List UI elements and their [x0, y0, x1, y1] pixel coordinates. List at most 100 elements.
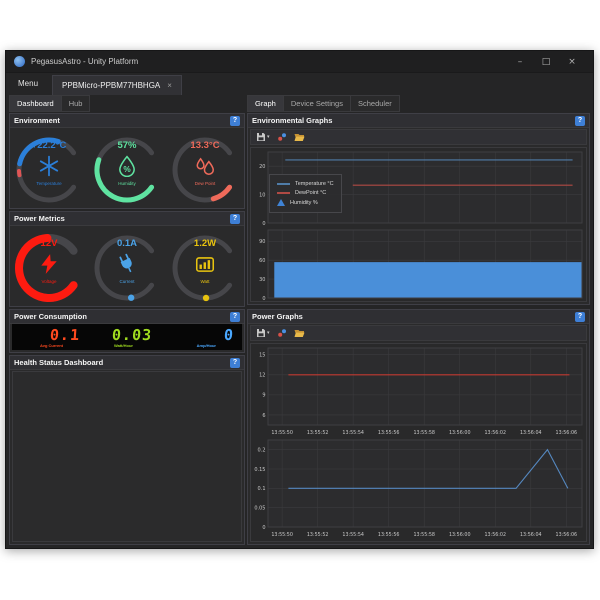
- power-consumption-displays: 0.1 Avg Current 0.03 Watt/Hour 0 Amp/Hou…: [12, 324, 242, 350]
- watt-hour-display: 0.03: [111, 326, 152, 344]
- legend-triangle-swatch: [277, 199, 285, 206]
- help-button[interactable]: ?: [230, 312, 240, 322]
- svg-text:13:55:58: 13:55:58: [413, 532, 435, 538]
- svg-text:13:55:58: 13:55:58: [413, 430, 435, 436]
- help-button[interactable]: ?: [230, 358, 240, 368]
- temperature-value: +22.2°C: [13, 140, 85, 151]
- svg-text:0: 0: [262, 221, 265, 227]
- scatter-points-icon[interactable]: [277, 328, 287, 338]
- open-folder-icon[interactable]: [294, 132, 305, 142]
- dew-drops-icon: [194, 155, 216, 177]
- help-button[interactable]: ?: [575, 116, 585, 126]
- gauge-current: 0.1A Current: [91, 228, 163, 304]
- environment-gauges: +22.2°C Temperature 57% % Humidity: [10, 128, 244, 208]
- svg-text:12: 12: [259, 373, 265, 379]
- power-current-chart[interactable]: 13:55:5013:55:5213:55:5413:55:5613:55:58…: [252, 437, 585, 539]
- temperature-label: Temperature: [13, 181, 85, 186]
- svg-text:0: 0: [262, 525, 265, 531]
- tab-graph[interactable]: Graph: [247, 95, 284, 112]
- svg-text:13:56:00: 13:56:00: [449, 532, 471, 538]
- environmental-charts: 20100 9060300 Temperature °C DewPoint °C…: [250, 147, 587, 302]
- svg-text:13:56:04: 13:56:04: [520, 532, 542, 538]
- help-button[interactable]: ?: [230, 116, 240, 126]
- svg-text:13:56:00: 13:56:00: [449, 430, 471, 436]
- svg-text:15: 15: [259, 352, 265, 358]
- watt-label: Watt: [169, 279, 241, 284]
- maximize-button[interactable]: □: [533, 52, 559, 72]
- power-consumption-title: Power Consumption: [14, 312, 87, 321]
- open-folder-icon[interactable]: [294, 328, 305, 338]
- tab-device-settings[interactable]: Device Settings: [284, 95, 351, 112]
- humidity-label: Humidity: [91, 181, 163, 186]
- save-dropdown-caret[interactable]: ▾: [267, 330, 270, 336]
- gauge-dew-point: 13.3°C Dew Point: [169, 130, 241, 206]
- svg-text:10: 10: [259, 192, 265, 198]
- svg-text:13:56:02: 13:56:02: [484, 532, 506, 538]
- power-gauges: 12V Voltage 0.1A Current: [10, 226, 244, 306]
- svg-text:13:55:54: 13:55:54: [342, 532, 364, 538]
- tab-scheduler[interactable]: Scheduler: [351, 95, 400, 112]
- power-consumption-header: Power Consumption ?: [10, 310, 244, 324]
- power-graphs-section: Power Graphs ? ▾ 13:55:5013: [247, 309, 590, 545]
- right-tabs: Graph Device Settings Scheduler: [247, 95, 400, 111]
- close-tab-icon[interactable]: ×: [167, 81, 172, 90]
- window-controls: – □ ×: [507, 52, 585, 72]
- power-charts: 13:55:50 13:55:52 13:55:54 13:55:56 13:55:58…: [250, 343, 587, 542]
- svg-text:13:55:50: 13:55:50: [271, 532, 293, 538]
- current-label: Current: [91, 279, 163, 284]
- humidity-drop-icon: %: [116, 155, 138, 177]
- power-metrics-section: Power Metrics ? 12V Voltage 0.1A: [9, 211, 245, 307]
- svg-text:13:55:56: 13:55:56: [378, 532, 400, 538]
- svg-text:0.1: 0.1: [258, 486, 266, 492]
- gauge-temperature: +22.2°C Temperature: [13, 130, 85, 206]
- tab-dashboard[interactable]: Dashboard: [9, 95, 62, 112]
- svg-text:13:55:56: 13:55:56: [378, 430, 400, 436]
- snowflake-icon: [38, 155, 60, 177]
- legend-line-swatch: [277, 192, 290, 194]
- menu-button[interactable]: Menu: [18, 79, 38, 88]
- app-window: PegasusAstro - Unity Platform – □ × Menu…: [5, 50, 594, 549]
- plug-icon: [116, 253, 138, 275]
- app-logo-icon: [14, 56, 25, 67]
- scatter-points-icon[interactable]: [277, 132, 287, 142]
- svg-text:60: 60: [259, 258, 265, 264]
- environment-title: Environment: [14, 116, 60, 125]
- title-bar: PegasusAstro - Unity Platform – □ ×: [6, 51, 593, 73]
- dew-point-label: Dew Point: [169, 181, 241, 186]
- legend-item-dewpoint: DewPoint °C: [277, 190, 334, 196]
- minimize-button[interactable]: –: [507, 52, 533, 72]
- health-status-header: Health Status Dashboard ?: [10, 356, 244, 370]
- current-value: 0.1A: [91, 238, 163, 249]
- graphs-panel: Graph Device Settings Scheduler Environm…: [247, 95, 590, 545]
- power-metrics-title: Power Metrics: [14, 214, 65, 223]
- svg-text:6: 6: [262, 413, 265, 419]
- save-dropdown-caret[interactable]: ▾: [267, 134, 270, 140]
- save-icon[interactable]: ▾: [256, 132, 270, 142]
- help-button[interactable]: ?: [230, 214, 240, 224]
- power-graphs-header: Power Graphs ?: [248, 310, 589, 324]
- tab-device[interactable]: PPBMicro-PPBM77HBHGA ×: [52, 75, 182, 95]
- menu-row: Menu PPBMicro-PPBM77HBHGA ×: [6, 73, 593, 95]
- environmental-graphs-toolbar: ▾: [250, 129, 587, 145]
- svg-text:13:55:54: 13:55:54: [342, 430, 364, 436]
- svg-text:13:56:02: 13:56:02: [484, 430, 506, 436]
- svg-text:0: 0: [262, 296, 265, 302]
- svg-text:13:55:52: 13:55:52: [307, 430, 329, 436]
- health-status-title: Health Status Dashboard: [14, 358, 103, 367]
- legend-item-temperature: Temperature °C: [277, 181, 334, 187]
- power-voltage-chart[interactable]: 13:55:5013:55:5213:55:5413:55:5613:55:58…: [252, 345, 585, 437]
- dew-point-value: 13.3°C: [169, 140, 241, 151]
- health-status-section: Health Status Dashboard ?: [9, 355, 245, 545]
- avg-current-display: 0.1: [49, 326, 80, 344]
- svg-text:9: 9: [262, 393, 265, 399]
- gauge-watt: 1.2W Watt: [169, 228, 241, 304]
- environmental-humidity-chart[interactable]: 9060300: [252, 227, 585, 302]
- help-button[interactable]: ?: [575, 312, 585, 322]
- power-metrics-header: Power Metrics ?: [10, 212, 244, 226]
- svg-text:0.15: 0.15: [254, 467, 265, 473]
- save-icon[interactable]: ▾: [256, 328, 270, 338]
- svg-text:0.2: 0.2: [258, 447, 266, 453]
- close-button[interactable]: ×: [559, 52, 585, 72]
- tab-hub[interactable]: Hub: [62, 95, 91, 112]
- window-title: PegasusAstro - Unity Platform: [31, 57, 138, 66]
